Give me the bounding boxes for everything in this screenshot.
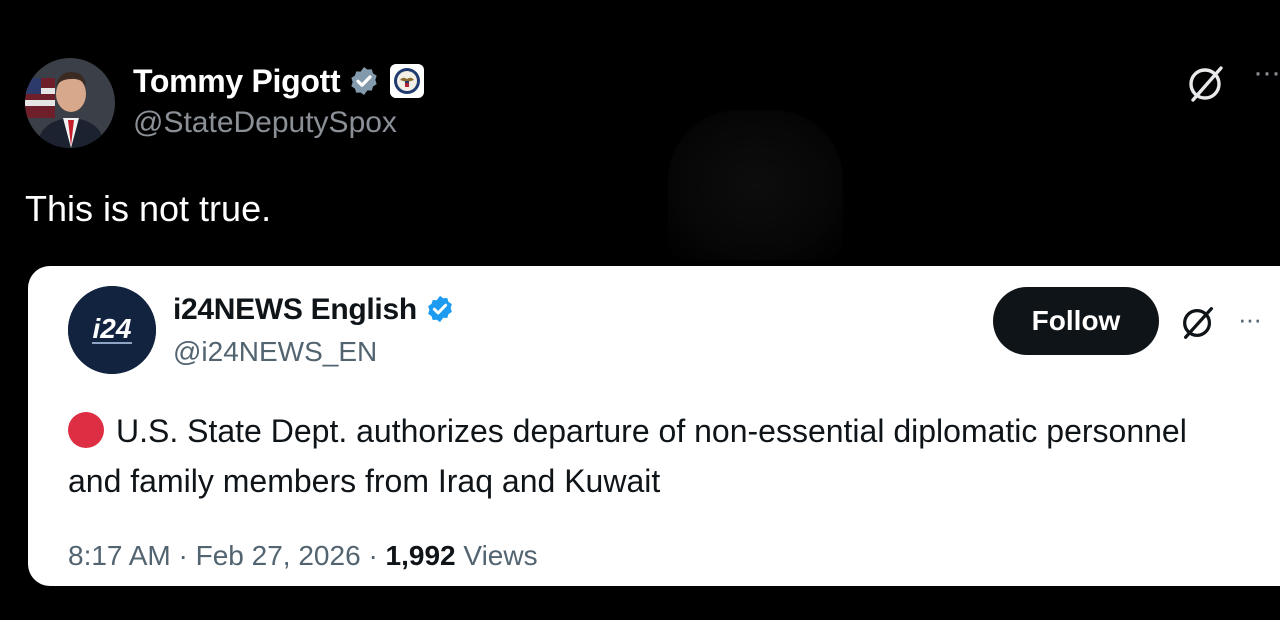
grok-icon[interactable] [1178,302,1218,342]
red-circle-emoji-icon [68,412,104,448]
author-avatar[interactable] [25,58,115,148]
verified-badge-icon[interactable] [348,65,380,97]
quoted-post-meta: 8:17 AM · Feb 27, 2026 · 1,992 Views [68,540,538,572]
quoted-author-handle[interactable]: @i24NEWS_EN [173,336,377,368]
grok-icon[interactable] [1185,62,1227,104]
quoted-post-card[interactable]: i24 i24NEWS English @i24NEWS_EN Follow ·… [28,266,1280,586]
verified-badge-icon[interactable] [425,294,457,326]
i24-logo-text: i24 [93,313,132,344]
background-silhouette [668,110,843,260]
views-label: Views [463,540,538,571]
author-name[interactable]: Tommy Pigott [133,63,341,100]
post-time[interactable]: 8:17 AM [68,540,171,571]
quoted-post-text: U.S. State Dept. authorizes departure of… [68,406,1248,506]
state-department-seal-icon[interactable] [390,64,425,98]
post-date[interactable]: Feb 27, 2026 [196,540,361,571]
author-name-row: Tommy Pigott [133,60,425,102]
more-options-icon[interactable]: ··· [1238,306,1262,332]
quoted-author-name-row: i24NEWS English [173,290,457,330]
views-count[interactable]: 1,992 [386,540,456,571]
post-text: This is not true. [25,188,272,229]
meta-separator: · [178,540,188,571]
follow-button[interactable]: Follow [993,287,1159,355]
quoted-post-body: U.S. State Dept. authorizes departure of… [68,413,1187,499]
meta-separator: · [368,540,378,571]
more-options-icon[interactable]: ··· [1253,58,1280,88]
author-handle[interactable]: @StateDeputySpox [133,106,397,140]
quoted-author-name[interactable]: i24NEWS English [173,293,417,327]
screenshot-root: Tommy Pigott @StateDeputySpox ··· This i… [0,0,1280,620]
quoted-author-avatar[interactable]: i24 [68,286,156,374]
